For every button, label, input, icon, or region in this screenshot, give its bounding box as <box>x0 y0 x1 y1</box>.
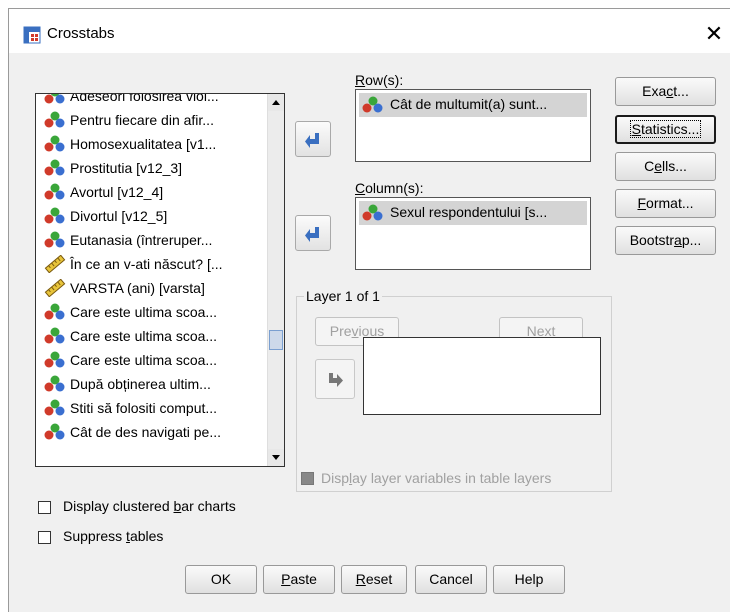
variable-list-scrollbar[interactable] <box>267 94 284 466</box>
variable-label: Care este ultima scoa... <box>70 304 218 320</box>
variable-label: În ce an v-ati născut? [... <box>70 256 223 272</box>
suppress-tables-checkbox[interactable] <box>38 531 51 544</box>
columns-label: Column(s): <box>355 180 424 196</box>
rows-box[interactable]: Cât de multumit(a) sunt... <box>355 89 591 162</box>
variable-label: Prostitutia [v12_3] <box>70 160 183 176</box>
variable-label: Divortul [v12_5] <box>70 208 168 224</box>
arrow-right-icon <box>305 133 319 148</box>
variable-label: Care este ultima scoa... <box>70 328 218 344</box>
variable-label: Homosexualitatea [v1... <box>70 136 217 152</box>
title-bar: Crosstabs ✕ <box>9 9 730 53</box>
variable-label: Stiti să folositi comput... <box>70 400 218 416</box>
scroll-thumb[interactable] <box>269 330 283 350</box>
cancel-button[interactable]: Cancel <box>415 565 487 594</box>
rows-item-label: Cât de multumit(a) sunt... <box>390 96 548 112</box>
variable-label: Pentru fiecare din afir... <box>70 112 214 128</box>
variable-label: Cât de des navigati pe... <box>70 424 221 440</box>
suppress-tables-label: Suppress tables <box>63 528 164 544</box>
rows-item[interactable]: Cât de multumit(a) sunt... <box>359 93 587 117</box>
nominal-icon <box>362 204 383 221</box>
rows-label: Row(s): <box>355 72 404 88</box>
move-to-columns-button[interactable] <box>295 215 331 251</box>
display-layer-checkbox[interactable] <box>301 472 314 485</box>
variable-label: VARSTA (ani) [varsta] <box>70 280 205 296</box>
clustered-bar-charts-checkbox[interactable] <box>38 501 51 514</box>
crosstabs-dialog: Crosstabs ✕ Adeseori folosirea viol... Pe… <box>8 8 730 612</box>
variable-label: După obținerea ultim... <box>70 376 211 392</box>
statistics-button[interactable]: Statistics... <box>615 115 716 144</box>
arrow-right-icon <box>329 373 343 387</box>
paste-button[interactable]: Paste <box>263 565 335 594</box>
scroll-up-icon[interactable] <box>268 94 284 111</box>
variable-list[interactable]: Adeseori folosirea viol... Pentru fiecare… <box>35 93 285 467</box>
move-to-layer-button[interactable] <box>315 359 355 399</box>
columns-item-label: Sexul respondentului [s... <box>390 204 548 220</box>
columns-item[interactable]: Sexul respondentului [s... <box>359 201 587 225</box>
arrow-right-icon <box>305 227 319 242</box>
scroll-down-icon[interactable] <box>268 449 284 466</box>
ok-button[interactable]: OK <box>185 565 257 594</box>
variable-label: Eutanasia (întreruper... <box>70 232 213 248</box>
layer-box[interactable] <box>363 337 601 415</box>
cells-button[interactable]: Cells... <box>615 152 716 181</box>
crosstabs-app-icon <box>23 26 41 44</box>
close-icon[interactable]: ✕ <box>703 24 725 46</box>
display-layer-label: Display layer variables in table layers <box>321 470 552 486</box>
layer-title: Layer 1 of 1 <box>304 288 382 304</box>
format-button[interactable]: Format... <box>615 189 716 218</box>
help-button[interactable]: Help <box>493 565 565 594</box>
variable-label: Adeseori folosirea viol... <box>70 93 219 104</box>
bootstrap-button[interactable]: Bootstrap... <box>615 226 716 255</box>
exact-button[interactable]: Exact... <box>615 77 716 106</box>
window-title: Crosstabs <box>47 25 115 42</box>
move-to-rows-button[interactable] <box>295 121 331 157</box>
reset-button[interactable]: Reset <box>341 565 407 594</box>
variable-label: Avortul [v12_4] <box>70 184 164 200</box>
nominal-icon <box>362 96 383 113</box>
variable-label: Care este ultima scoa... <box>70 352 218 368</box>
columns-box[interactable]: Sexul respondentului [s... <box>355 197 591 270</box>
clustered-bar-charts-label: Display clustered bar charts <box>63 498 236 514</box>
